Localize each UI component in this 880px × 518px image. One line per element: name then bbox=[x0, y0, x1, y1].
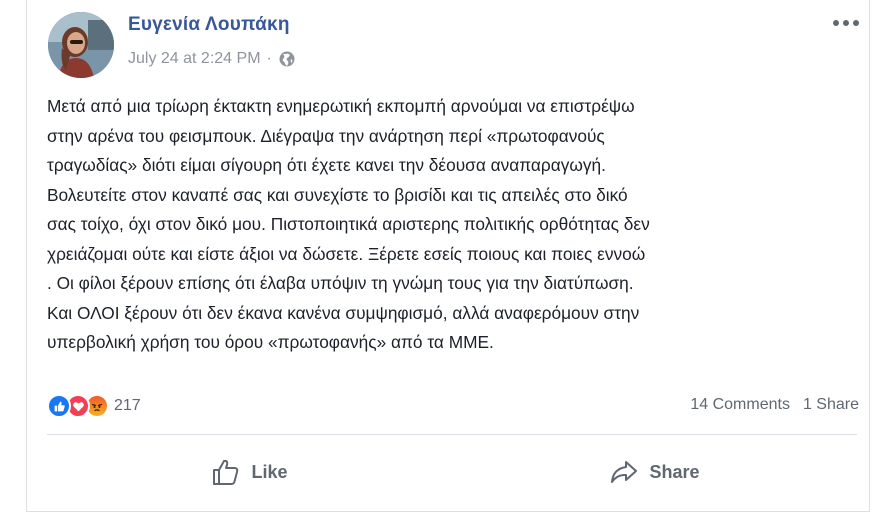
globe-icon[interactable] bbox=[278, 50, 296, 68]
post-text: Μετά από μια τρίωρη έκτακτη ενημερωτική … bbox=[47, 92, 847, 358]
avatar[interactable] bbox=[48, 12, 114, 78]
post-card: Ευγενία Λουπάκη July 24 at 2:24 PM · Μετ… bbox=[26, 0, 870, 512]
post-text-line: χρειάζομαι ούτε και είστε άξιοι να δώσετ… bbox=[47, 243, 646, 264]
post-timestamp[interactable]: July 24 at 2:24 PM bbox=[128, 50, 261, 68]
post-text-line: σας τοίχο, όχι στον δικό μου. Πιστοποιητ… bbox=[47, 214, 650, 234]
author-name[interactable]: Ευγενία Λουπάκη bbox=[128, 14, 290, 36]
like-button[interactable]: Like bbox=[47, 442, 452, 502]
share-button[interactable]: Share bbox=[452, 442, 857, 502]
meta-separator: · bbox=[266, 50, 272, 67]
avatar-photo bbox=[48, 12, 114, 78]
divider bbox=[47, 434, 857, 435]
post-text-line: . Οι φίλοι ξέρουν επίσης ότι έλαβα υπόψι… bbox=[47, 273, 634, 293]
post-text-line: υπερβολική χρήση του όρου «πρωτοφανής» α… bbox=[47, 332, 494, 352]
post-text-line: τραγωδίας» διότι είμαι σίγουρη ότι έχετε… bbox=[47, 155, 606, 175]
reactions-summary[interactable]: 217 bbox=[47, 394, 141, 418]
post-meta: July 24 at 2:24 PM · bbox=[128, 50, 296, 68]
post-stats: 14 Comments 1 Share bbox=[690, 396, 859, 414]
post-text-line: Μετά από μια τρίωρη έκτακτη ενημερωτική … bbox=[47, 96, 635, 116]
thumbs-up-icon bbox=[213, 459, 239, 485]
post-text-line: στην αρένα του φεισμπουκ. Διέγραψα την α… bbox=[47, 125, 605, 146]
reaction-count: 217 bbox=[114, 397, 141, 414]
comments-count-link[interactable]: 14 Comments bbox=[690, 396, 790, 414]
more-options-button[interactable] bbox=[829, 10, 863, 36]
more-horizontal-icon bbox=[833, 20, 859, 26]
share-button-label: Share bbox=[649, 461, 700, 482]
share-arrow-icon bbox=[611, 461, 638, 483]
like-button-label: Like bbox=[251, 461, 288, 482]
post-actions: Like Share bbox=[47, 442, 857, 502]
shares-count-link[interactable]: 1 Share bbox=[803, 396, 859, 414]
post-text-line: Βολευτείτε στον καναπέ σας και συνεχίστε… bbox=[47, 184, 628, 205]
post-text-line: Και ΟΛΟΙ ξέρουν ότι δεν έκανα κανένα συμ… bbox=[47, 302, 640, 323]
like-reaction-icon bbox=[47, 394, 71, 418]
